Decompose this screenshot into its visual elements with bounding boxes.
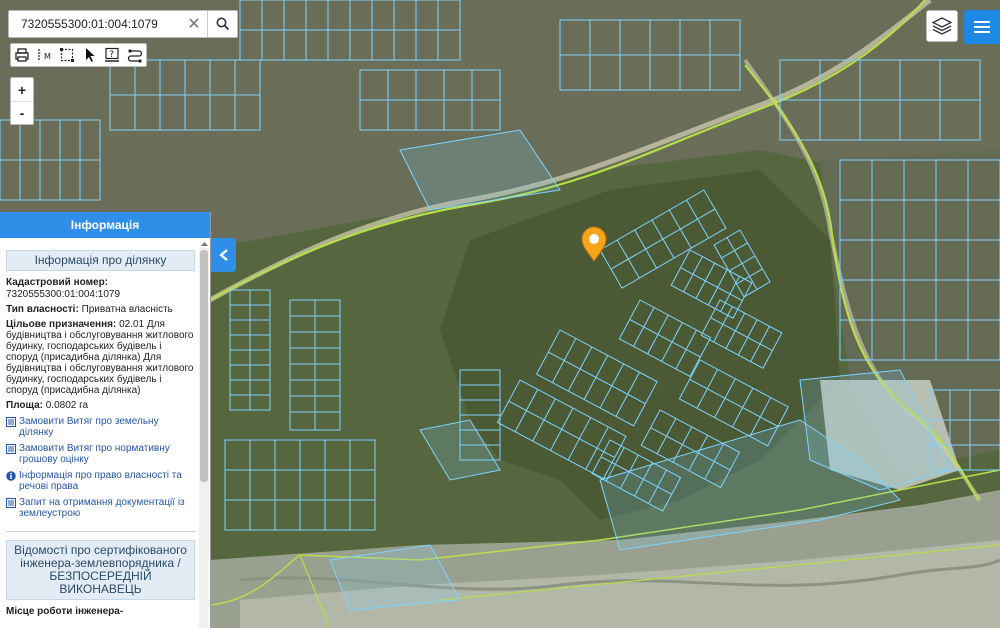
zoom-in-button[interactable]: +: [11, 78, 33, 101]
info-panel: Інформація Інформація про ділянку Кадаст…: [0, 212, 211, 628]
panel-scrollbar[interactable]: [199, 248, 209, 628]
menu-button[interactable]: [964, 10, 1000, 44]
cadastral-label: Кадастровий номер:: [6, 277, 109, 288]
ownership-info-link[interactable]: Інформація про право власності та речові…: [6, 470, 195, 492]
info-icon: [6, 471, 16, 481]
measure-icon[interactable]: M: [34, 44, 57, 66]
pointer-icon[interactable]: [79, 44, 102, 66]
search-input[interactable]: [9, 11, 181, 37]
document-icon: [6, 417, 16, 427]
close-icon[interactable]: ✕: [181, 11, 207, 37]
select-area-icon[interactable]: [56, 44, 79, 66]
layers-icon: [931, 17, 953, 35]
engineer-place-label: Місце роботи інженера-: [6, 606, 124, 617]
search-box: ✕: [8, 10, 238, 38]
ownership-row: Тип власності: Приватна власність: [6, 304, 173, 315]
zoom-control: + -: [10, 77, 34, 125]
engineer-section: Відомості про сертифікованого інженера-з…: [6, 531, 195, 617]
hamburger-icon: [974, 21, 990, 33]
print-icon[interactable]: [11, 44, 34, 66]
document-icon: [6, 444, 16, 454]
zoom-out-button[interactable]: -: [11, 101, 33, 124]
svg-text:?: ?: [109, 50, 114, 60]
area-row: Площа: 0.0802 га: [6, 400, 89, 411]
cadastral-value: 7320555300:01:004:1079: [6, 289, 121, 300]
svg-text:M: M: [44, 52, 51, 61]
documentation-request-link[interactable]: Запит на отримання документації із земле…: [6, 497, 195, 519]
panel-header: Інформація: [0, 212, 210, 238]
purpose-row: Цільове призначення: 02.01 Для будівницт…: [6, 319, 194, 396]
map-toolbar: M ?: [10, 43, 147, 67]
engineer-title: Відомості про сертифікованого інженера-з…: [6, 540, 195, 600]
scroll-up-icon[interactable]: [200, 240, 209, 248]
collapse-panel-button[interactable]: [211, 238, 236, 272]
section-title: Інформація про ділянку: [6, 250, 195, 271]
order-extract-link[interactable]: Замовити Витяг про земельну ділянку: [6, 416, 195, 438]
scrollbar-thumb[interactable]: [200, 250, 208, 482]
search-button[interactable]: [207, 11, 237, 37]
order-valuation-link[interactable]: Замовити Витяг про нормативну грошову оц…: [6, 443, 195, 465]
layers-button[interactable]: [926, 10, 958, 42]
identify-icon[interactable]: ?: [101, 44, 124, 66]
search-icon: [216, 17, 229, 31]
route-icon[interactable]: [124, 44, 147, 66]
chevron-left-icon: [218, 249, 228, 261]
panel-body: Інформація про ділянку Кадастровий номер…: [6, 250, 195, 617]
document-icon: [6, 498, 16, 508]
